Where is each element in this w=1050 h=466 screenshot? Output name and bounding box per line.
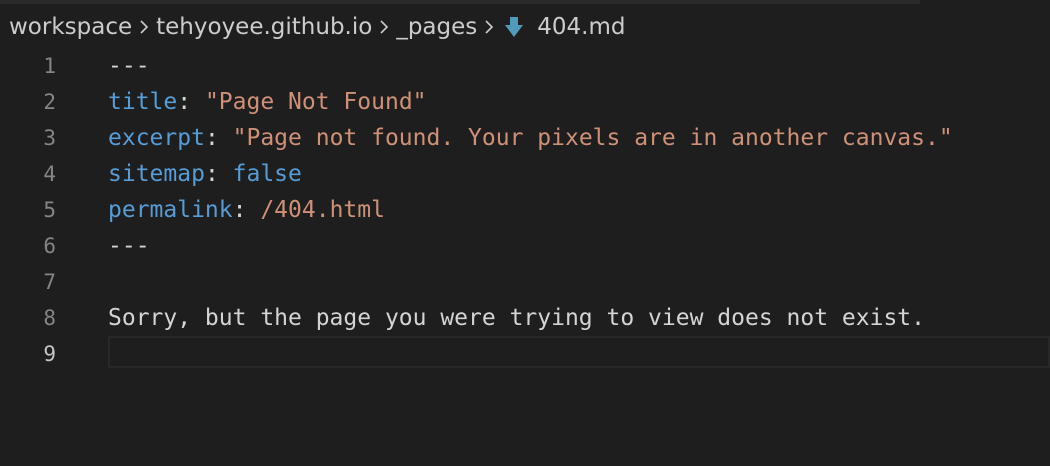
breadcrumb: workspace tehyoyee.github.io _pages 404.… bbox=[9, 10, 625, 44]
code-token: : bbox=[177, 89, 205, 115]
code-text: excerpt: "Page not found. Your pixels ar… bbox=[108, 120, 953, 156]
line-number-active: 9 bbox=[43, 342, 56, 366]
line-number: 2 bbox=[43, 90, 56, 114]
code-text: permalink: /404.html bbox=[108, 192, 385, 228]
breadcrumb-repo[interactable]: tehyoyee.github.io bbox=[156, 14, 372, 40]
line-number: 5 bbox=[43, 198, 56, 222]
yaml-string: "Page Not Found" bbox=[204, 89, 427, 115]
breadcrumb-pages-folder[interactable]: _pages bbox=[396, 14, 477, 40]
code-token: --- bbox=[108, 233, 150, 259]
editor-line[interactable]: 8 Sorry, but the page you were trying to… bbox=[0, 300, 1050, 336]
markdown-file-icon bbox=[501, 12, 527, 42]
editor-line[interactable]: 5 permalink: /404.html bbox=[0, 192, 1050, 228]
code-token: : bbox=[232, 197, 261, 223]
editor-line[interactable]: 3 excerpt: "Page not found. Your pixels … bbox=[0, 120, 1050, 156]
chevron-right-icon bbox=[372, 12, 396, 42]
code-text: Sorry, but the page you were trying to v… bbox=[108, 300, 925, 336]
current-line-highlight bbox=[108, 336, 1050, 368]
yaml-key: sitemap bbox=[108, 161, 205, 187]
yaml-key: permalink bbox=[108, 197, 233, 223]
line-number: 4 bbox=[43, 162, 56, 186]
line-number: 3 bbox=[43, 126, 56, 150]
yaml-key: title bbox=[108, 89, 178, 115]
yaml-string: "Page not found. Your pixels are in anot… bbox=[232, 125, 953, 151]
code-token: : bbox=[204, 161, 233, 187]
line-number: 8 bbox=[43, 306, 56, 330]
line-number: 7 bbox=[43, 270, 56, 294]
code-token: --- bbox=[108, 53, 150, 79]
editor-line[interactable]: 2 title: "Page Not Found" bbox=[0, 84, 1050, 120]
editor-line[interactable]: 7 bbox=[0, 264, 1050, 300]
yaml-string: /404.html bbox=[260, 197, 385, 223]
code-text: title: "Page Not Found" bbox=[108, 84, 427, 120]
line-number: 1 bbox=[43, 54, 56, 78]
breadcrumb-workspace[interactable]: workspace bbox=[9, 14, 132, 40]
code-text: --- bbox=[108, 228, 150, 264]
breadcrumb-file[interactable]: 404.md bbox=[537, 14, 625, 40]
editor-line[interactable]: 6 --- bbox=[0, 228, 1050, 264]
editor-line[interactable]: 4 sitemap: false bbox=[0, 156, 1050, 192]
top-border bbox=[0, 0, 1050, 4]
yaml-key: excerpt bbox=[108, 125, 205, 151]
top-border-segment bbox=[0, 0, 920, 4]
code-text: --- bbox=[108, 48, 150, 84]
line-number: 6 bbox=[43, 234, 56, 258]
code-token: Sorry, but the page you were trying to v… bbox=[108, 305, 925, 331]
code-token: : bbox=[204, 125, 233, 151]
code-text: sitemap: false bbox=[108, 156, 302, 192]
code-editor[interactable]: 1 --- 2 title: "Page Not Found" 3 excerp… bbox=[0, 48, 1050, 466]
chevron-right-icon bbox=[477, 12, 501, 42]
chevron-right-icon bbox=[132, 12, 156, 42]
editor-line[interactable]: 1 --- bbox=[0, 48, 1050, 84]
editor-line-active[interactable]: 9 bbox=[0, 336, 1050, 372]
yaml-boolean: false bbox=[232, 161, 302, 187]
